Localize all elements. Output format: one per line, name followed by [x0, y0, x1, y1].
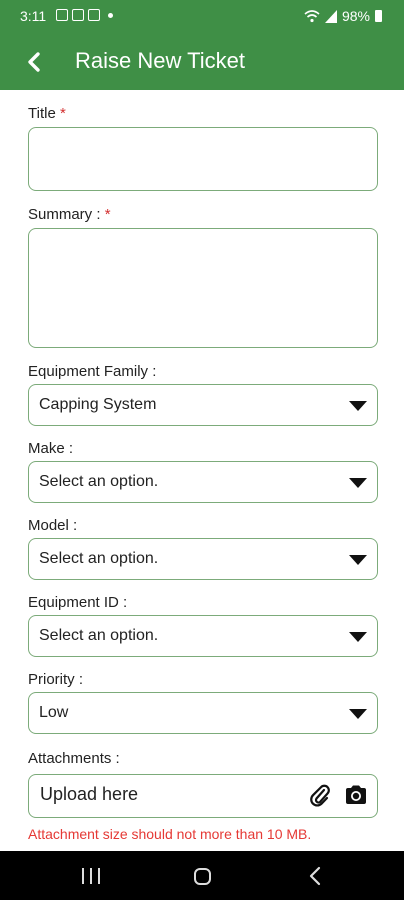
summary-textarea[interactable]: [28, 228, 378, 348]
camera-icon[interactable]: [344, 784, 368, 806]
priority-label: Priority :: [28, 671, 84, 688]
status-right: 98%: [304, 8, 382, 24]
app-notification-icon: [72, 9, 84, 21]
attachments-label: Attachments :: [28, 750, 120, 767]
arrow-left-icon: [28, 52, 40, 72]
recents-button[interactable]: [82, 868, 100, 884]
attachment-size-warning: Attachment size should not more than 10 …: [28, 826, 312, 842]
equipment-family-select[interactable]: Capping System: [28, 384, 378, 426]
upload-placeholder: Upload here: [40, 784, 139, 804]
title-input[interactable]: [28, 127, 378, 191]
required-mark: *: [59, 105, 66, 122]
priority-value: Low: [39, 704, 69, 721]
caret-down-icon: [349, 401, 367, 411]
model-select[interactable]: Select an option.: [28, 538, 378, 580]
caret-down-icon: [349, 478, 367, 488]
home-button[interactable]: [194, 868, 211, 885]
summary-label: Summary : *: [28, 206, 111, 223]
required-mark: *: [104, 206, 111, 223]
page-title: Raise New Ticket: [75, 48, 245, 73]
equipment-id-label: Equipment ID :: [28, 594, 128, 611]
status-bar: 3:11 98%: [0, 0, 404, 32]
wifi-icon: [304, 10, 320, 23]
back-button[interactable]: [16, 44, 52, 80]
equipment-id-select[interactable]: Select an option.: [28, 615, 378, 657]
battery-percent: 98%: [341, 8, 370, 24]
caret-down-icon: [349, 555, 367, 565]
equipment-id-value: Select an option.: [39, 627, 159, 644]
equipment-family-value: Capping System: [39, 396, 157, 413]
nav-back-icon[interactable]: [308, 866, 322, 886]
status-time: 3:11: [20, 8, 47, 24]
attachment-upload-field[interactable]: Upload here: [28, 774, 378, 818]
app-bar: Raise New Ticket: [0, 32, 404, 90]
make-value: Select an option.: [39, 473, 159, 490]
battery-icon: [375, 10, 382, 22]
app-notification-icon-2: [88, 9, 100, 21]
more-notifications-dot-icon: [108, 12, 113, 18]
notification-icons: [56, 9, 113, 21]
priority-select[interactable]: Low: [28, 692, 378, 734]
caret-down-icon: [349, 632, 367, 642]
make-label: Make :: [28, 440, 74, 457]
model-label: Model :: [28, 517, 78, 534]
caret-down-icon: [349, 709, 367, 719]
paperclip-icon[interactable]: [309, 783, 331, 809]
title-label: Title *: [28, 105, 66, 122]
make-select[interactable]: Select an option.: [28, 461, 378, 503]
gallery-notification-icon: [56, 9, 68, 21]
signal-icon: [324, 9, 337, 23]
equipment-family-label: Equipment Family :: [28, 363, 157, 380]
model-value: Select an option.: [39, 550, 159, 567]
system-nav-bar: [0, 851, 404, 900]
